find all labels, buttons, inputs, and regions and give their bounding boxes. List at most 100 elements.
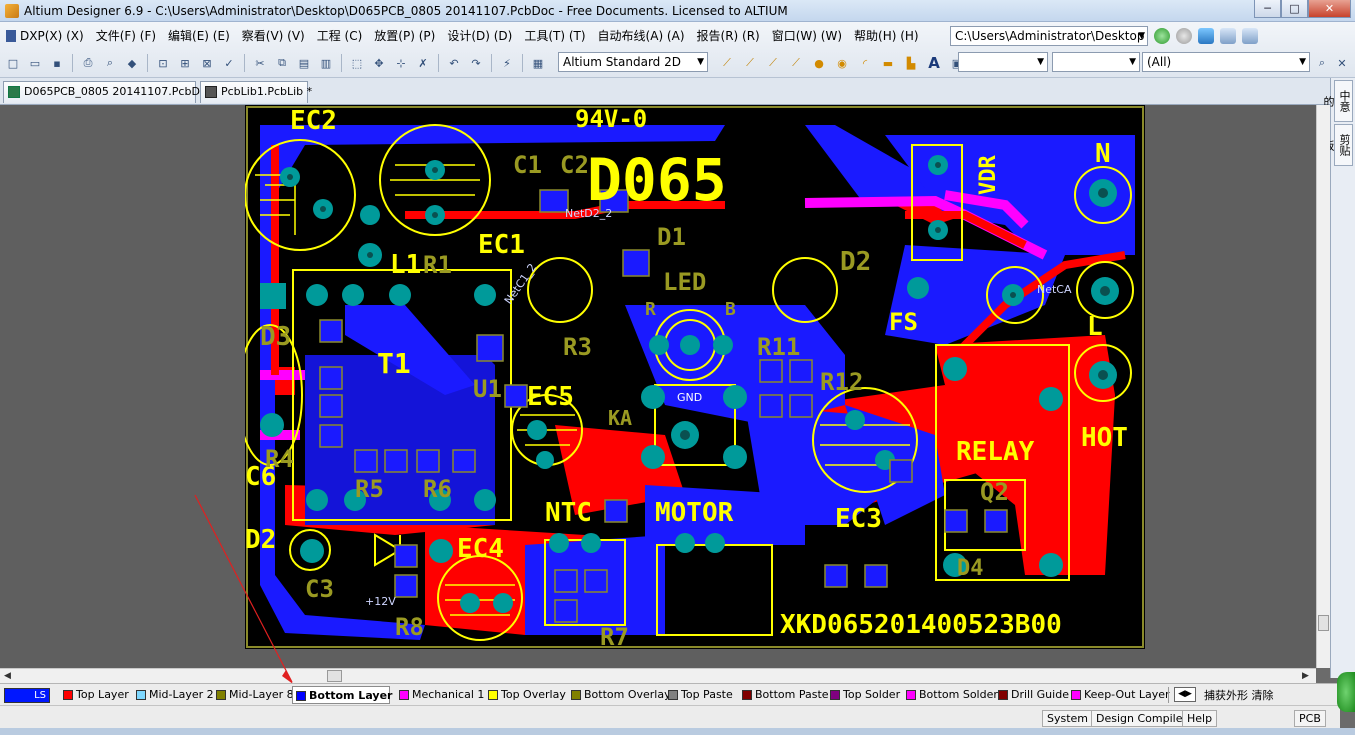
scroll-left-icon[interactable]: ◀	[4, 669, 11, 683]
clear-filter-icon[interactable]: ✗	[414, 54, 432, 72]
path-combo[interactable]: C:\Users\Administrator\Desktop ▼	[950, 26, 1148, 46]
deselect-icon[interactable]: ⊹	[392, 54, 410, 72]
horizontal-scroll-thumb[interactable]	[327, 670, 342, 682]
filter-combo-1[interactable]: ▼	[958, 52, 1048, 72]
layer-tab-top-layer[interactable]: Top Layer	[60, 686, 129, 704]
vertical-scrollbar[interactable]	[1316, 105, 1330, 668]
zoom-filter-icon[interactable]: ✓	[220, 54, 238, 72]
chevron-down-icon[interactable]: ▼	[1138, 27, 1145, 45]
menu-edit[interactable]: 编辑(E) (E)	[162, 25, 236, 47]
menu-file[interactable]: 文件(F) (F)	[90, 25, 162, 47]
rubber-stamp-icon[interactable]: ▥	[317, 54, 335, 72]
home-icon[interactable]	[1198, 28, 1214, 44]
tab-pcblib[interactable]: PcbLib1.PcbLib *	[200, 81, 312, 103]
filter-all-combo[interactable]: (All) ▼	[1142, 52, 1310, 72]
layer-tab-drill-guide[interactable]: Drill Guide	[995, 686, 1069, 704]
layer-tab-mid-layer-8[interactable]: Mid-Layer 8	[213, 686, 294, 704]
copy-icon[interactable]: ⧉	[273, 54, 291, 72]
paste-icon[interactable]: ▤	[295, 54, 313, 72]
vertical-scroll-thumb[interactable]	[1318, 615, 1329, 631]
panel-pcb-button[interactable]: PCB	[1294, 710, 1326, 727]
back-icon[interactable]	[1154, 28, 1170, 44]
cut-icon[interactable]: ✂	[251, 54, 269, 72]
cross-probe-icon[interactable]: ⚡	[498, 54, 516, 72]
maximize-button[interactable]: □	[1281, 0, 1308, 18]
zoom-area-icon[interactable]: ⊞	[176, 54, 194, 72]
interactive-route-icon[interactable]: ⟋	[718, 54, 736, 72]
output-icon[interactable]	[1242, 28, 1258, 44]
length-tune-icon[interactable]: ⟋	[787, 54, 805, 72]
side-tab-clipboard[interactable]: 剪贴板	[1322, 124, 1353, 166]
zoom-fit-icon[interactable]: ⊡	[154, 54, 172, 72]
pad-icon[interactable]: ●	[810, 54, 828, 72]
zoom-selected-icon[interactable]: ⊠	[198, 54, 216, 72]
layer-set-button[interactable]: LS	[2, 686, 50, 704]
layer-color-swatch	[488, 690, 498, 700]
polygon-icon[interactable]: ▙	[902, 54, 920, 72]
save-icon[interactable]: ▪	[48, 54, 66, 72]
via-icon[interactable]: ◉	[833, 54, 851, 72]
browse-icon[interactable]: ▦	[529, 54, 547, 72]
string-icon[interactable]: A	[925, 54, 943, 72]
redo-icon[interactable]: ↷	[467, 54, 485, 72]
panel-help-button[interactable]: Help	[1182, 710, 1218, 727]
notification-icon[interactable]	[1337, 672, 1355, 712]
tab-pcbdoc[interactable]: D065PCB_0805 20141107.PcbDoc	[3, 81, 213, 103]
chevron-down-icon[interactable]: ▼	[1037, 53, 1044, 71]
layer-tab-mid-layer-2[interactable]: Mid-Layer 2	[133, 686, 214, 704]
menu-project[interactable]: 工程 (C)	[311, 25, 369, 47]
layer-tab-top-paste[interactable]: Top Paste	[665, 686, 733, 704]
chevron-down-icon[interactable]: ▼	[697, 53, 704, 71]
layer-tab-keep-out-layer[interactable]: Keep-Out Layer	[1068, 686, 1170, 704]
net-label-gnd: GND	[677, 391, 702, 404]
layer-tab-bottom-paste[interactable]: Bottom Paste	[739, 686, 829, 704]
chevron-down-icon[interactable]: ▼	[1299, 53, 1306, 71]
apply-filter-icon[interactable]: ⌕	[1313, 54, 1331, 72]
chevron-down-icon[interactable]: ▼	[1129, 53, 1136, 71]
layer-tab-label: Drill Guide	[1011, 688, 1069, 701]
close-button[interactable]: ✕	[1308, 0, 1351, 18]
menu-tools[interactable]: 工具(T) (T)	[518, 25, 591, 47]
layer-tab-bottom-layer[interactable]: Bottom Layer	[292, 686, 392, 704]
clear-icon[interactable]: ✕	[1333, 54, 1351, 72]
side-tab-favorites[interactable]: 中意的	[1322, 80, 1353, 122]
move-icon[interactable]: ✥	[370, 54, 388, 72]
label-d2-bottom: D2	[840, 247, 871, 277]
menu-help[interactable]: 帮助(H) (H)	[848, 25, 925, 47]
new-document-icon[interactable]: □	[4, 54, 22, 72]
layer-tab-bottom-overlay[interactable]: Bottom Overlay	[568, 686, 671, 704]
layer-tab-top-overlay[interactable]: Top Overlay	[485, 686, 566, 704]
menu-dxp[interactable]: DXP(X) (X)	[0, 25, 90, 47]
menu-autoroute[interactable]: 自动布线(A) (A)	[592, 25, 691, 47]
menu-view[interactable]: 察看(V) (V)	[236, 25, 311, 47]
chart-icon[interactable]	[1220, 28, 1236, 44]
forward-icon[interactable]	[1176, 28, 1192, 44]
filter-combo-2[interactable]: ▼	[1052, 52, 1140, 72]
layer-tab-mechanical-1[interactable]: Mechanical 1	[396, 686, 484, 704]
undo-icon[interactable]: ↶	[445, 54, 463, 72]
fill-icon[interactable]: ▬	[879, 54, 897, 72]
scroll-right-icon[interactable]: ▶	[1302, 669, 1309, 683]
layer-tab-top-solder[interactable]: Top Solder	[827, 686, 900, 704]
panel-design-compiler-button[interactable]: Design Compiler	[1091, 710, 1192, 727]
open-folder-icon[interactable]: ▭	[26, 54, 44, 72]
layer-scroll-arrows[interactable]: ◀▶	[1174, 687, 1196, 702]
layer-tab-bottom-solder[interactable]: Bottom Solder	[903, 686, 998, 704]
menu-window[interactable]: 窗口(W) (W)	[766, 25, 848, 47]
menu-reports[interactable]: 报告(R) (R)	[691, 25, 766, 47]
pcb-board[interactable]: EC2 94V-0 D065 EC1 L1 T1 EC5 C6 D2 NTC M…	[245, 105, 1145, 649]
layers-icon[interactable]: ◆	[123, 54, 141, 72]
menu-design[interactable]: 设计(D) (D)	[441, 25, 518, 47]
diff-pair-route-icon[interactable]: ⟋	[741, 54, 759, 72]
print-icon[interactable]: ⎙	[79, 54, 97, 72]
view-config-combo[interactable]: Altium Standard 2D ▼	[558, 52, 708, 72]
print-preview-icon[interactable]: ⌕	[101, 54, 119, 72]
menu-place[interactable]: 放置(P) (P)	[368, 25, 441, 47]
snap-mask-clear[interactable]: 捕获外形 清除	[1204, 687, 1274, 703]
minimize-button[interactable]: ─	[1254, 0, 1281, 18]
multi-route-icon[interactable]: ⟋	[764, 54, 782, 72]
label-u1: U1	[473, 375, 502, 403]
panel-system-button[interactable]: System	[1042, 710, 1094, 727]
arc-icon[interactable]: ◜	[856, 54, 874, 72]
select-area-icon[interactable]: ⬚	[348, 54, 366, 72]
